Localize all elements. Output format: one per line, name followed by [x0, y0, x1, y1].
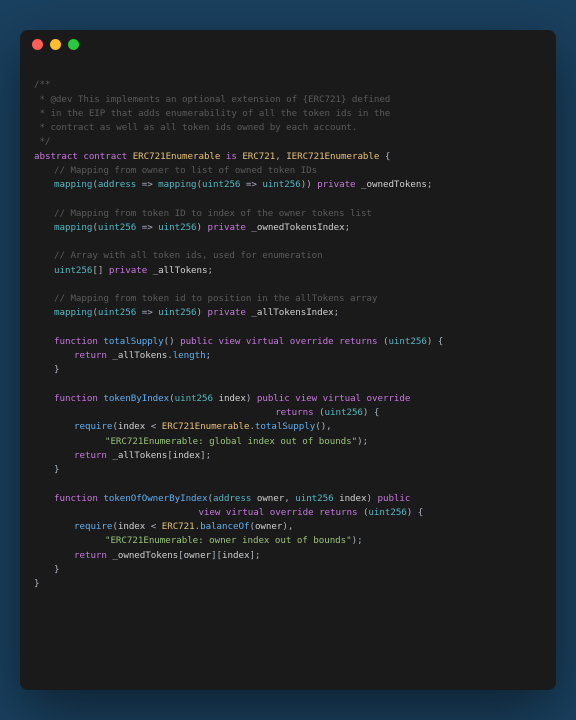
code-line: mapping(uint256 => uint256) private _all…	[34, 306, 339, 320]
comment-line: /**	[34, 79, 50, 90]
close-icon[interactable]	[32, 39, 43, 50]
code-line: return _allTokens.length;	[34, 349, 211, 363]
minimize-icon[interactable]	[50, 39, 61, 50]
code-line: mapping(uint256 => uint256) private _own…	[34, 221, 350, 235]
code-line: }	[34, 363, 59, 377]
code-line: function totalSupply() public view virtu…	[34, 335, 443, 349]
code-line: function tokenOfOwnerByIndex(address own…	[34, 492, 410, 506]
zoom-icon[interactable]	[68, 39, 79, 50]
comment-line: // Array with all token ids, used for en…	[34, 249, 323, 263]
code-line: }	[34, 578, 39, 589]
code-line: uint256[] private _allTokens;	[34, 264, 213, 278]
code-line: mapping(address => mapping(uint256 => ui…	[34, 178, 432, 192]
comment-line: * @dev This implements an optional exten…	[34, 94, 390, 105]
comment-line: * in the EIP that adds enumerability of …	[34, 108, 390, 119]
comment-line: // Mapping from owner to list of owned t…	[34, 164, 317, 178]
code-area: /** * @dev This implements an optional e…	[20, 58, 556, 605]
code-line: require(index < ERC721.balanceOf(owner),	[34, 520, 293, 534]
comment-line: // Mapping from token ID to index of the…	[34, 207, 372, 221]
code-line: "ERC721Enumerable: owner index out of bo…	[34, 534, 363, 548]
code-line: return _ownedTokens[owner][index];	[34, 549, 260, 563]
code-line: "ERC721Enumerable: global index out of b…	[34, 435, 368, 449]
code-line: abstract contract ERC721Enumerable is ER…	[34, 151, 390, 162]
code-line: returns (uint256) {	[34, 407, 379, 418]
code-line: function tokenByIndex(uint256 index) pub…	[34, 392, 410, 406]
code-line: }	[34, 563, 59, 577]
code-line: view virtual override returns (uint256) …	[34, 507, 423, 518]
code-window: /** * @dev This implements an optional e…	[20, 30, 556, 690]
code-line: }	[34, 463, 59, 477]
code-line: require(index < ERC721Enumerable.totalSu…	[34, 420, 332, 434]
code-line: return _allTokens[index];	[34, 449, 211, 463]
titlebar	[20, 30, 556, 58]
comment-line: * contract as well as all token ids owne…	[34, 122, 357, 133]
comment-line: // Mapping from token id to position in …	[34, 292, 377, 306]
comment-line: */	[34, 136, 50, 147]
